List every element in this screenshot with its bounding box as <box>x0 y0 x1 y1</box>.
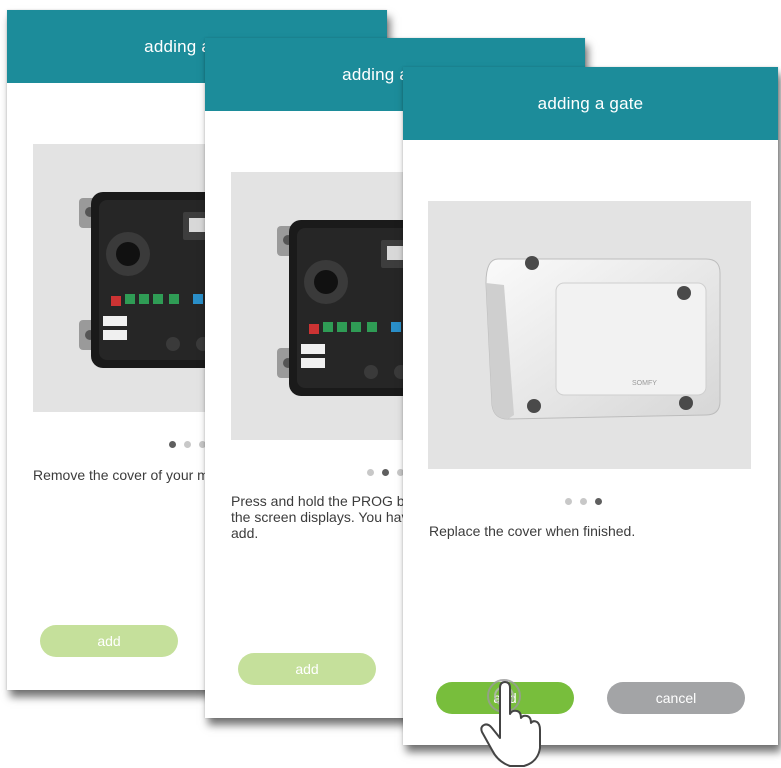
cancel-button[interactable]: cancel <box>607 682 745 714</box>
step-dot <box>382 469 389 476</box>
step-dot <box>580 498 587 505</box>
step-dot <box>565 498 572 505</box>
screen-card-step-3: adding a gate SOMFY Replace the cover wh… <box>403 67 778 745</box>
instruction-text: Replace the cover when finished. <box>429 523 636 539</box>
step-indicator <box>565 492 610 505</box>
control-box-image: SOMFY <box>428 201 751 469</box>
closed-control-box-illustration: SOMFY <box>428 201 751 469</box>
add-button[interactable]: add <box>238 653 376 685</box>
step-dot <box>595 498 602 505</box>
step-dot <box>184 441 191 448</box>
header-bar: adding a gate <box>403 67 778 140</box>
brand-logo: SOMFY <box>632 380 657 387</box>
stacked-screens: adding a gate Remove the cover of your m… <box>0 0 781 768</box>
step-dot <box>169 441 176 448</box>
step-dot <box>367 469 374 476</box>
screen-title: adding a gate <box>537 94 644 113</box>
hand-pointer-icon <box>480 679 541 767</box>
add-button[interactable]: add <box>40 625 178 657</box>
